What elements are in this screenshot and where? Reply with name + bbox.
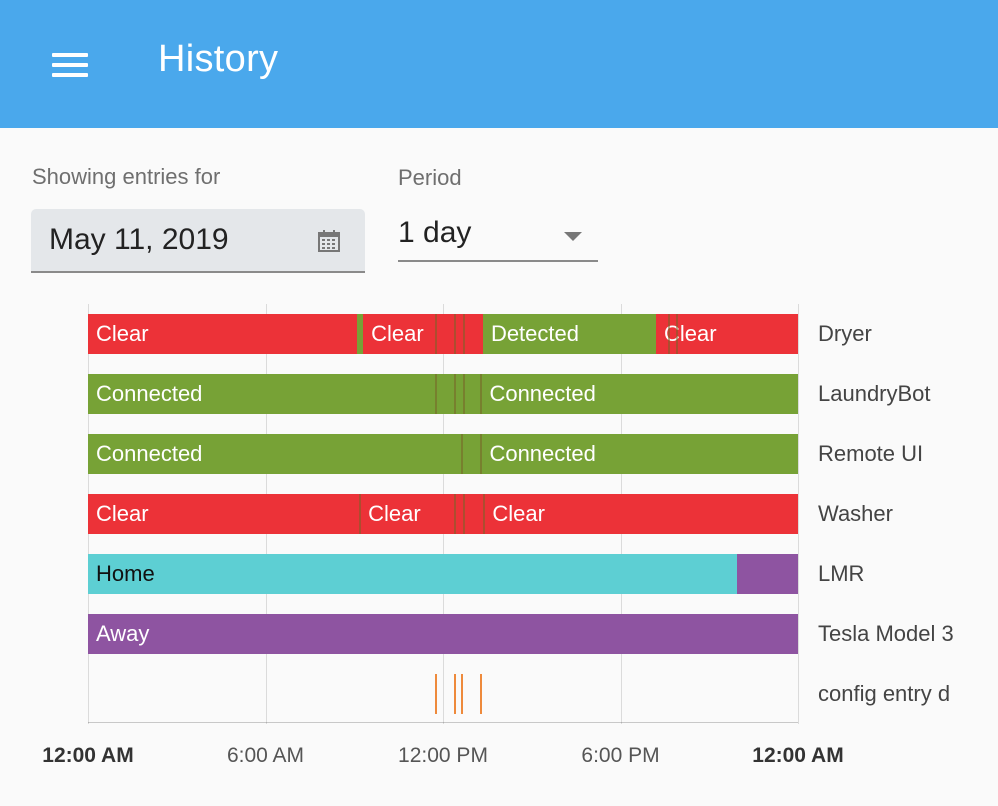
timeline-segment[interactable]: Clear (88, 314, 358, 354)
state-change-marker (453, 314, 456, 354)
x-tick-label: 12:00 AM (42, 744, 134, 767)
x-tick-label: 12:00 AM (752, 744, 844, 767)
timeline-segment[interactable]: Away (88, 614, 798, 654)
state-change-marker (668, 314, 671, 354)
timeline-segment[interactable]: Clear (360, 494, 485, 534)
entity-name-label: config entry d (818, 681, 951, 706)
timeline-segment[interactable]: Clear (88, 494, 361, 534)
entity-name-label: Remote UI (818, 441, 924, 466)
entity-name-label: Tesla Model 3 (818, 621, 954, 646)
x-tick-label: 12:00 PM (398, 744, 488, 767)
state-change-marker (461, 434, 464, 474)
timeline-segment[interactable]: Connected (88, 434, 482, 474)
state-change-marker (675, 314, 678, 354)
state-change-marker (453, 494, 456, 534)
history-timeline: 12:00 AM 6:00 AM 12:00 PM 6:00 PM 12:00 AM Cl… (0, 0, 998, 806)
state-change-marker (480, 374, 483, 414)
event-marker[interactable] (434, 674, 437, 714)
state-change-marker (462, 494, 465, 534)
timeline-segment[interactable]: Connected (88, 374, 482, 414)
state-change-marker (480, 434, 483, 474)
state-change-marker (359, 494, 362, 534)
entity-name-label: Washer (818, 501, 893, 526)
timeline-segment[interactable] (737, 554, 798, 594)
event-marker[interactable] (453, 674, 456, 714)
state-change-marker (483, 494, 486, 534)
x-tick-label: 6:00 AM (226, 744, 305, 767)
state-change-marker (434, 314, 437, 354)
state-change-marker (434, 374, 437, 414)
entity-name-label: LaundryBot (818, 381, 931, 406)
x-tick-label: 6:00 PM (581, 744, 660, 767)
timeline-segment[interactable]: Clear (363, 314, 483, 354)
timeline-segment[interactable]: Connected (481, 434, 798, 474)
event-marker[interactable] (480, 674, 483, 714)
entity-name-label: Dryer (818, 321, 872, 346)
grid-line (798, 304, 799, 724)
entity-name-label: LMR (818, 561, 865, 586)
event-marker[interactable] (461, 674, 464, 714)
timeline-segment[interactable]: Detected (482, 314, 656, 354)
state-change-marker (453, 374, 456, 414)
state-change-marker (462, 314, 465, 354)
timeline-segment[interactable]: Clear (484, 494, 798, 534)
timeline-segment[interactable]: Connected (481, 374, 798, 414)
state-change-marker (462, 374, 465, 414)
timeline-segment[interactable]: Home (88, 554, 738, 594)
